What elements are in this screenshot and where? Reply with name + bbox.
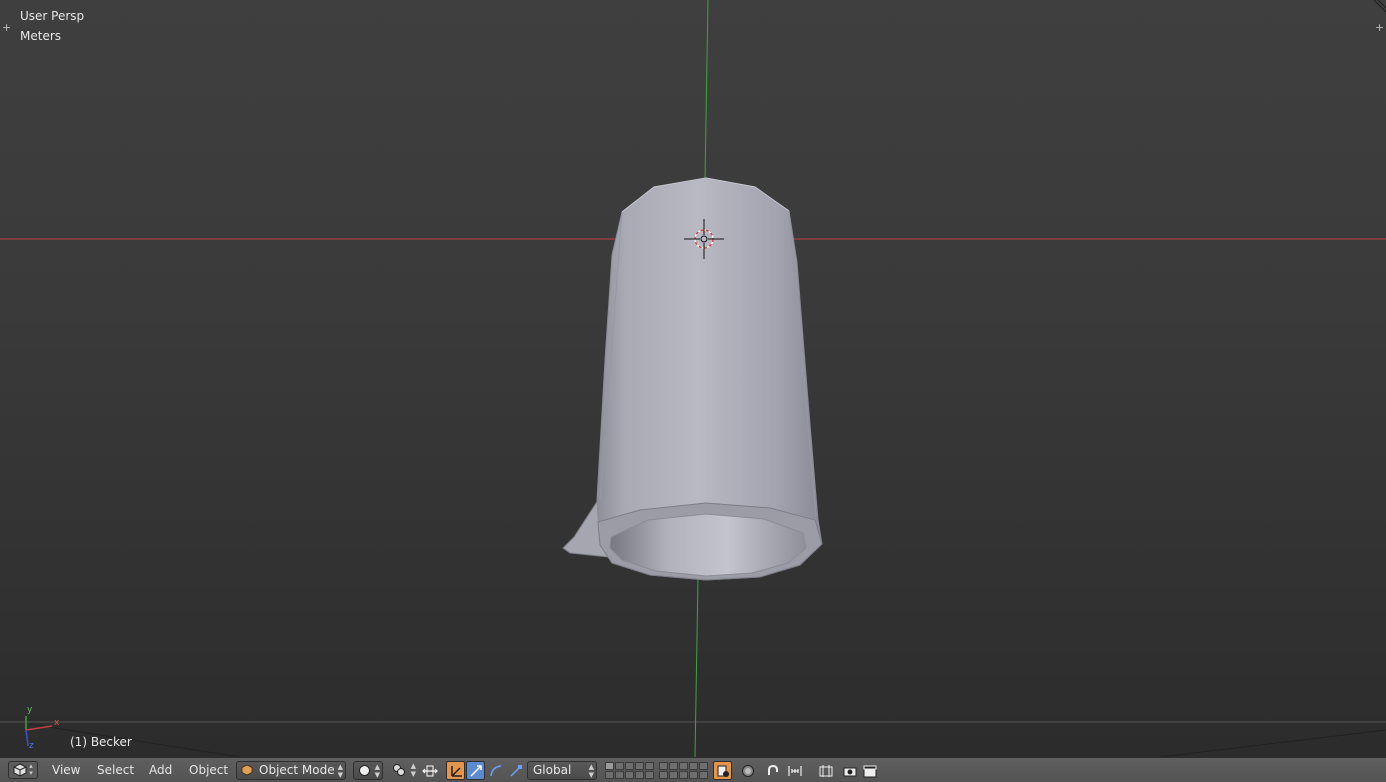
cube-icon	[13, 763, 27, 777]
transform-manipulator-icon	[450, 765, 462, 777]
proportional-editing-icon	[741, 764, 754, 777]
layer-buttons-group-2[interactable]	[659, 762, 708, 779]
corner-resize-handle[interactable]	[1372, 0, 1386, 14]
y-axis-line	[694, 577, 699, 757]
orientation-label: Global	[533, 763, 572, 777]
axis-label-z: z	[29, 741, 34, 751]
lock-camera-layers-button[interactable]	[713, 761, 732, 780]
units-label: Meters	[20, 29, 62, 43]
pivot-point-icon	[393, 764, 405, 776]
dropdown-arrows-icon: ▲ ▼	[337, 763, 343, 779]
camera-icon	[843, 767, 856, 776]
opengl-render-animation-button[interactable]	[860, 761, 879, 780]
menu-view[interactable]: View	[48, 762, 84, 779]
viewport-scene	[0, 0, 1386, 757]
center-points-icon	[421, 765, 438, 776]
proportional-editing-button[interactable]	[738, 761, 757, 780]
mode-label: Object Mode	[259, 763, 335, 777]
dropdown-arrows-icon: ▲ ▼	[410, 762, 416, 778]
view-name-label: User Persp	[20, 9, 85, 23]
solid-sphere-icon	[359, 765, 370, 776]
scale-handle-icon	[509, 764, 522, 777]
active-object-label: (1) Becker	[70, 735, 132, 749]
dropdown-arrows-icon: ▲ ▼	[374, 763, 380, 779]
beaker-mesh	[562, 177, 823, 581]
object-mode-icon	[241, 764, 253, 776]
clapperboard-icon	[863, 765, 876, 777]
scale-manipulator-button[interactable]	[506, 761, 525, 780]
3d-viewport[interactable]: User Persp Meters (1) Becker y x z + +	[0, 0, 1386, 757]
opengl-render-camera-button[interactable]	[840, 761, 859, 780]
viewport-shading-dropdown[interactable]: ▲ ▼	[353, 761, 383, 780]
manipulate-center-points-button[interactable]	[420, 761, 439, 780]
snap-toggle-button[interactable]	[763, 761, 782, 780]
rotate-arc-icon	[489, 764, 501, 776]
axis-label-x: x	[54, 718, 60, 728]
menu-select[interactable]: Select	[93, 762, 138, 779]
pivot-point-dropdown[interactable]: ▲ ▼	[390, 761, 418, 780]
mode-dropdown[interactable]: Object Mode ▲ ▼	[236, 761, 346, 780]
rotate-manipulator-button[interactable]	[486, 761, 505, 780]
editor-type-button[interactable]: ▴ ▾	[8, 761, 38, 779]
magnet-icon	[767, 764, 778, 775]
region-split-handle-left[interactable]: +	[2, 22, 11, 33]
3d-view-header: ▴ ▾ View Select Add Object Object Mode ▲ ▼…	[0, 757, 1386, 782]
snap-element-button[interactable]	[785, 761, 804, 780]
opengl-render-image-button[interactable]	[816, 761, 835, 780]
menu-add[interactable]: Add	[145, 762, 176, 779]
dropdown-arrows-icon: ▲ ▼	[588, 763, 594, 779]
editor-type-arrows-icon: ▴ ▾	[29, 762, 33, 777]
snap-increment-icon	[787, 765, 802, 776]
translate-arrow-icon	[469, 764, 482, 777]
menu-object[interactable]: Object	[185, 762, 232, 779]
layer-buttons-group-1[interactable]	[605, 762, 654, 779]
transform-orientation-dropdown[interactable]: Global ▲ ▼	[527, 761, 597, 780]
transform-manipulator-toggle[interactable]	[446, 761, 465, 780]
render-image-icon	[819, 764, 832, 777]
y-axis-line	[704, 0, 709, 181]
translate-manipulator-button[interactable]	[466, 761, 485, 780]
floor-grid-line	[1159, 729, 1386, 757]
floor-grid-line	[29, 723, 241, 757]
axis-label-y: y	[27, 705, 33, 715]
layers-lock-icon	[717, 765, 729, 777]
region-split-handle-right[interactable]: +	[1375, 22, 1384, 33]
layer-1-button[interactable]	[605, 762, 614, 770]
